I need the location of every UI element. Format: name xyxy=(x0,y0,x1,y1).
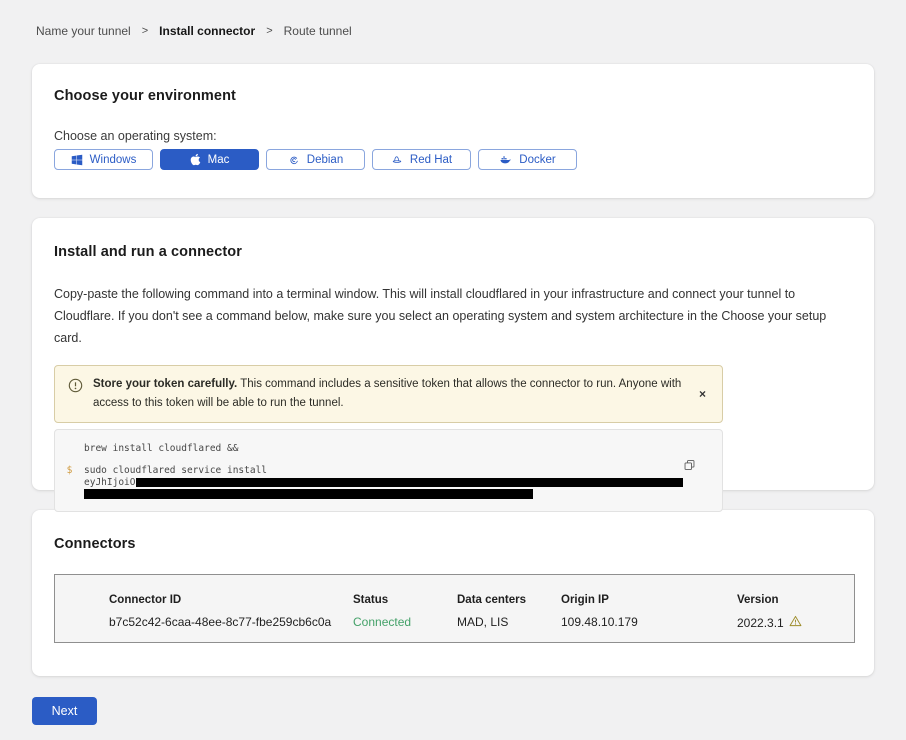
shell-prompt: $ xyxy=(55,465,84,476)
column-header-origin-ip: Origin IP xyxy=(561,594,737,606)
apple-icon xyxy=(190,153,201,166)
windows-icon xyxy=(71,154,83,166)
redacted-token-bar xyxy=(84,489,533,499)
os-button-label: Windows xyxy=(90,154,137,166)
next-button[interactable]: Next xyxy=(32,697,97,725)
token-warning-banner: Store your token carefully. This command… xyxy=(54,365,723,423)
version-value: 2022.3.1 xyxy=(737,616,784,630)
connector-id-cell: b7c52c42-6caa-48ee-8c77-fbe259cb6c0a xyxy=(109,615,353,630)
connectors-card-title: Connectors xyxy=(54,536,852,552)
column-header-connector-id: Connector ID xyxy=(109,594,353,606)
docker-icon xyxy=(499,154,512,166)
table-row: b7c52c42-6caa-48ee-8c77-fbe259cb6c0a Con… xyxy=(109,615,854,630)
breadcrumb-route-tunnel[interactable]: Route tunnel xyxy=(284,24,352,38)
os-button-label: Debian xyxy=(307,154,343,166)
redhat-icon xyxy=(391,154,403,166)
code-line-brew: brew install cloudflared && xyxy=(55,443,706,454)
debian-icon xyxy=(288,154,300,166)
connectors-table: Connector ID Status Data centers Origin … xyxy=(54,574,855,643)
os-button-group: Windows Mac Debian xyxy=(54,149,852,170)
breadcrumb-install-connector[interactable]: Install connector xyxy=(159,24,255,38)
os-button-label: Docker xyxy=(519,154,555,166)
environment-card-title: Choose your environment xyxy=(54,88,852,104)
breadcrumb-name-your-tunnel[interactable]: Name your tunnel xyxy=(36,24,131,38)
origin-ip-cell: 109.48.10.179 xyxy=(561,615,737,630)
token-warning-bold: Store your token carefully. xyxy=(93,378,237,390)
connectors-card: Connectors Connector ID Status Data cent… xyxy=(32,510,874,676)
install-description: Copy-paste the following command into a … xyxy=(54,284,852,350)
choose-environment-card: Choose your environment Choose an operat… xyxy=(32,64,874,198)
breadcrumb: Name your tunnel > Install connector > R… xyxy=(0,0,906,38)
token-prefix: eyJhIjoiO xyxy=(84,477,135,488)
column-header-version: Version xyxy=(737,594,854,606)
data-centers-cell: MAD, LIS xyxy=(457,615,561,630)
breadcrumb-separator: > xyxy=(142,25,148,37)
warning-triangle-icon xyxy=(789,615,802,630)
breadcrumb-separator: > xyxy=(266,25,272,37)
os-button-docker[interactable]: Docker xyxy=(478,149,577,170)
close-icon[interactable]: × xyxy=(695,384,710,404)
install-card-title: Install and run a connector xyxy=(54,244,852,260)
connectors-table-header: Connector ID Status Data centers Origin … xyxy=(109,594,854,606)
os-button-redhat[interactable]: Red Hat xyxy=(372,149,471,170)
os-button-label: Red Hat xyxy=(410,154,452,166)
column-header-status: Status xyxy=(353,594,457,606)
os-button-mac[interactable]: Mac xyxy=(160,149,259,170)
os-select-label: Choose an operating system: xyxy=(54,129,852,143)
copy-icon[interactable] xyxy=(683,458,696,475)
code-line-sudo: sudo cloudflared service install xyxy=(84,465,267,476)
os-button-debian[interactable]: Debian xyxy=(266,149,365,170)
redacted-token-bar xyxy=(136,478,683,487)
version-cell: 2022.3.1 xyxy=(737,615,854,630)
column-header-data-centers: Data centers xyxy=(457,594,561,606)
os-button-label: Mac xyxy=(208,154,230,166)
os-button-windows[interactable]: Windows xyxy=(54,149,153,170)
install-command-code-block: brew install cloudflared && $ sudo cloud… xyxy=(54,429,723,512)
alert-circle-icon xyxy=(68,378,83,398)
install-connector-card: Install and run a connector Copy-paste t… xyxy=(32,218,874,490)
status-badge: Connected xyxy=(353,615,457,630)
token-warning-text: Store your token carefully. This command… xyxy=(93,375,685,413)
